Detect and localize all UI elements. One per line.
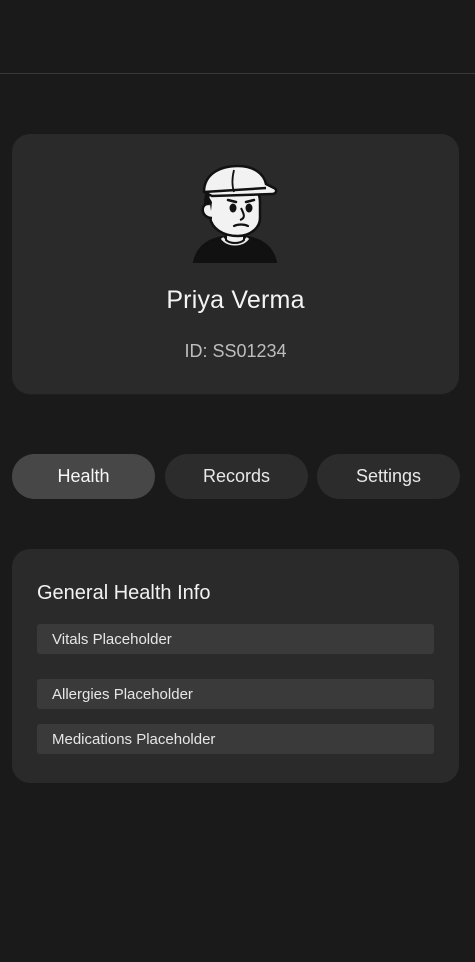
health-info-title: General Health Info — [37, 582, 211, 604]
avatar-icon — [192, 164, 278, 263]
tab-settings[interactable]: Settings — [317, 454, 460, 499]
allergies-field: Allergies Placeholder — [37, 679, 434, 709]
medications-field: Medications Placeholder — [37, 724, 434, 754]
top-bar — [0, 0, 475, 74]
tab-bar: Health Records Settings — [12, 454, 460, 499]
tab-health[interactable]: Health — [12, 454, 155, 499]
vitals-field: Vitals Placeholder — [37, 624, 434, 654]
tab-records[interactable]: Records — [165, 454, 308, 499]
profile-card: Priya Verma ID: SS01234 — [12, 134, 459, 394]
profile-name: Priya Verma — [166, 286, 305, 314]
profile-id: ID: SS01234 — [184, 341, 287, 361]
health-info-card: General Health Info Vitals Placeholder A… — [12, 549, 459, 783]
